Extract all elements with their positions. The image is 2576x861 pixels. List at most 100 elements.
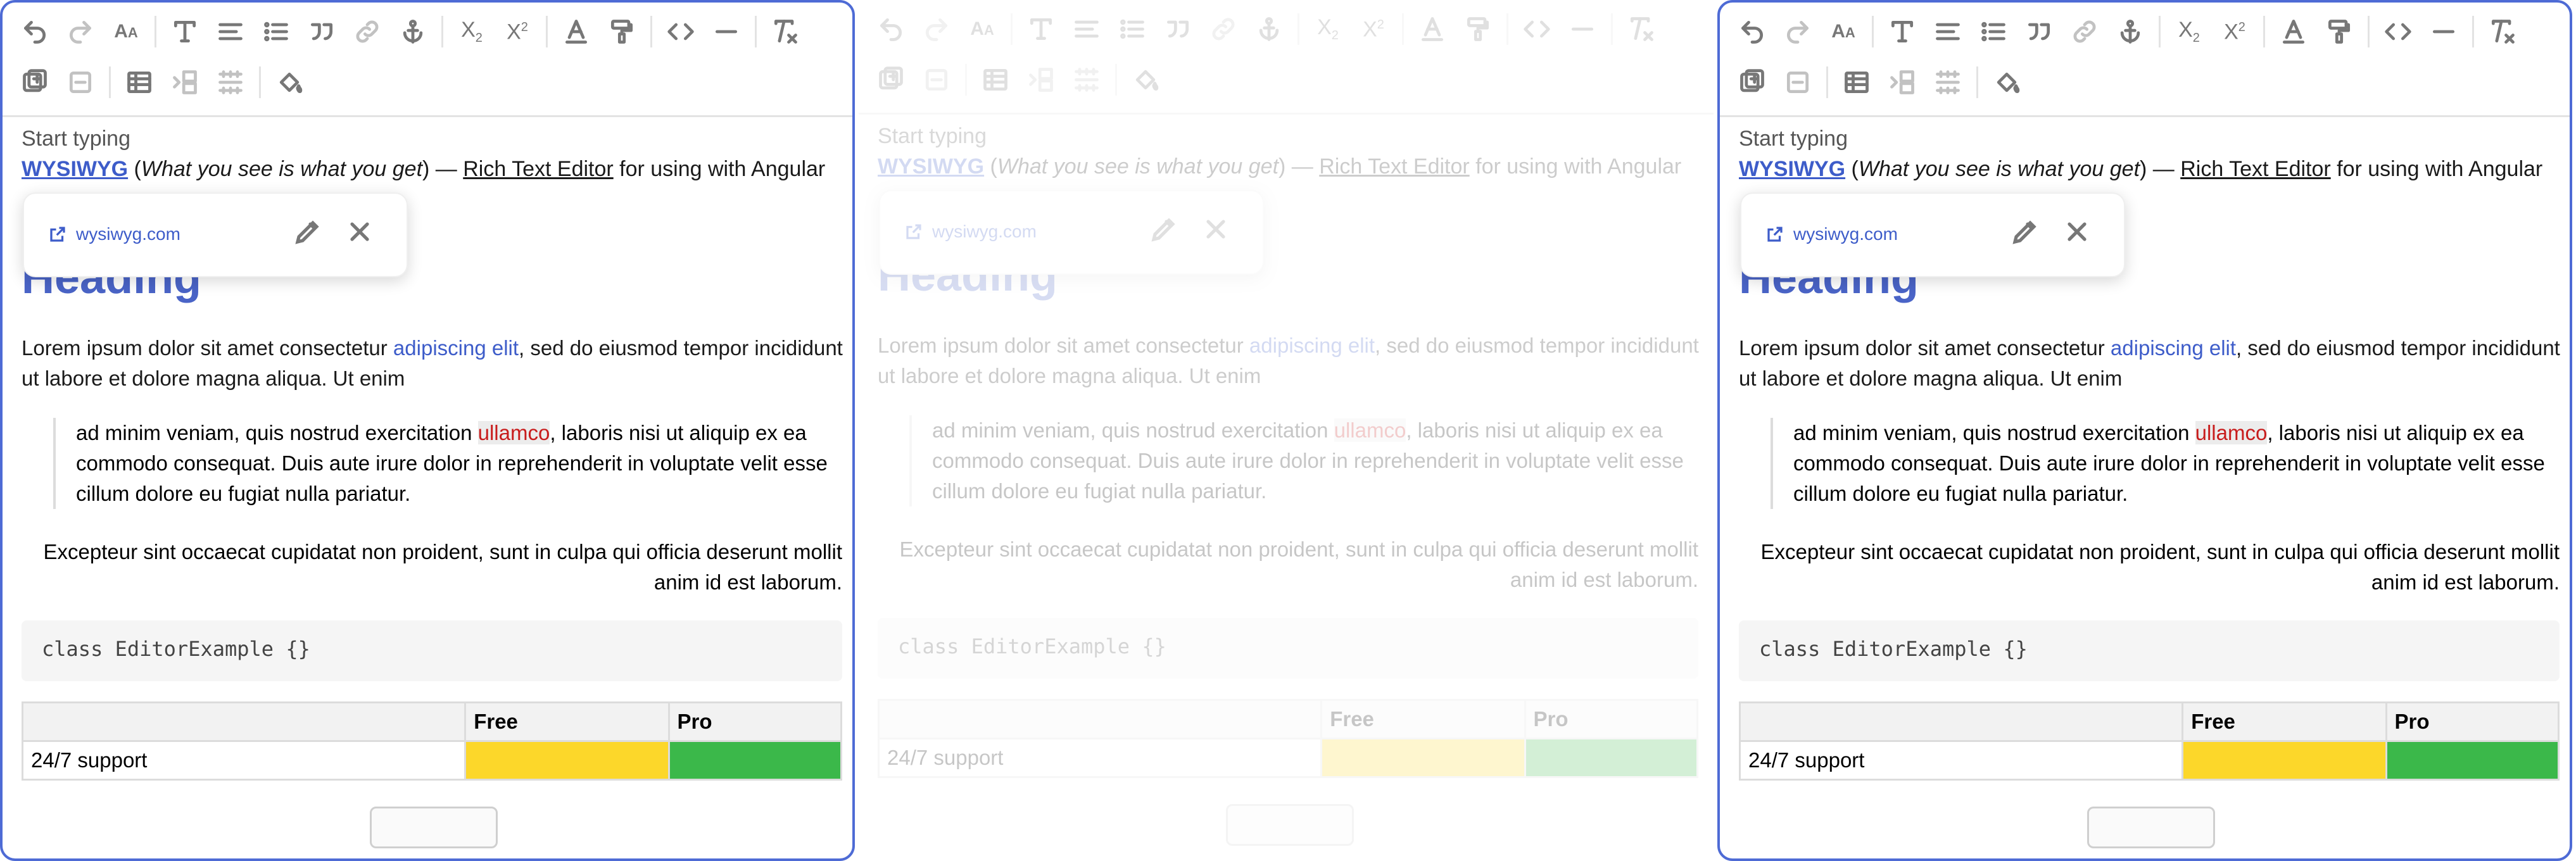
code-block[interactable]: class EditorExample {} [878, 618, 1698, 679]
table-header-cell[interactable]: Pro [667, 701, 843, 742]
intro-paragraph[interactable]: WYSIWYG (What you see is what you get) —… [22, 157, 845, 182]
horizontal-rule-icon[interactable] [1562, 8, 1603, 50]
table-header-cell[interactable]: Free [1320, 699, 1526, 739]
partial-button[interactable] [1226, 804, 1354, 846]
table-icon[interactable] [118, 61, 160, 103]
right-aligned-paragraph[interactable]: Excepteur sint occaecat cupidatat non pr… [1739, 537, 2560, 598]
wysiwyg-link[interactable]: WYSIWYG [22, 157, 128, 181]
anchor-icon[interactable] [1248, 8, 1290, 50]
text-style-icon[interactable] [1881, 11, 1923, 53]
insert-row-icon[interactable] [1731, 61, 1773, 103]
cell-color-icon[interactable] [1125, 59, 1166, 101]
code-block[interactable]: class EditorExample {} [1739, 620, 2560, 681]
edit-link-icon[interactable] [2010, 217, 2045, 252]
redo-icon[interactable] [916, 8, 957, 50]
rte-link[interactable]: Rich Text Editor [463, 157, 613, 181]
close-icon[interactable] [344, 217, 380, 252]
right-aligned-paragraph[interactable]: Excepteur sint occaecat cupidatat non pr… [22, 537, 842, 598]
font-size-icon[interactable]: AA [105, 11, 147, 53]
insert-column-icon[interactable] [1881, 61, 1923, 103]
anchor-icon[interactable] [392, 11, 434, 53]
subscript-icon[interactable]: X2 [451, 11, 493, 53]
table-cell[interactable]: 24/7 support [877, 738, 1323, 778]
font-size-icon[interactable]: AA [1822, 11, 1864, 53]
wysiwyg-link[interactable]: WYSIWYG [878, 154, 984, 179]
blockquote[interactable]: ad minim veniam, quis nostrud exercitati… [1771, 418, 2570, 509]
subscript-icon[interactable]: X2 [1307, 8, 1349, 50]
table-cell-yellow[interactable] [1320, 738, 1526, 778]
redo-icon[interactable] [60, 11, 101, 53]
insert-column-icon[interactable] [1020, 59, 1062, 101]
cell-color-icon[interactable] [1986, 61, 2028, 103]
link-url-text[interactable]: wysiwyg.com [932, 222, 1037, 242]
subscript-icon[interactable]: X2 [2168, 11, 2210, 53]
table-cell-yellow[interactable] [464, 740, 670, 781]
table-header-cell[interactable] [21, 701, 467, 742]
superscript-icon[interactable]: X2 [496, 11, 538, 53]
text-color-icon[interactable] [2273, 11, 2314, 53]
horizontal-rule-icon[interactable] [2423, 11, 2465, 53]
blockquote-icon[interactable] [2018, 11, 2060, 53]
table-cell[interactable]: 24/7 support [1738, 740, 2184, 781]
link-icon[interactable] [1203, 8, 1244, 50]
highlight-icon[interactable] [1457, 8, 1499, 50]
align-icon[interactable] [1927, 11, 1969, 53]
bullet-list-icon[interactable] [1111, 8, 1153, 50]
table-header-cell[interactable]: Free [2181, 701, 2387, 742]
edit-link-icon[interactable] [293, 217, 328, 252]
table-icon[interactable] [975, 59, 1016, 101]
text-color-icon[interactable] [1411, 8, 1453, 50]
close-icon[interactable] [2062, 217, 2097, 252]
link-icon[interactable] [346, 11, 388, 53]
lorem-paragraph[interactable]: Lorem ipsum dolor sit amet consectetur a… [878, 330, 1701, 391]
link-popup-url[interactable]: wysiwyg.com [1765, 224, 1898, 244]
table-cell-green[interactable] [2385, 740, 2560, 781]
superscript-icon[interactable]: X2 [2214, 11, 2256, 53]
horizontal-rule-icon[interactable] [705, 11, 747, 53]
clear-format-icon[interactable] [764, 11, 806, 53]
highlight-icon[interactable] [601, 11, 643, 53]
table-header-cell[interactable] [877, 699, 1323, 739]
blockquote[interactable]: ad minim veniam, quis nostrud exercitati… [909, 415, 1714, 506]
code-icon[interactable] [1516, 8, 1558, 50]
cell-color-icon[interactable] [268, 61, 310, 103]
clear-format-icon[interactable] [1620, 8, 1662, 50]
intro-paragraph[interactable]: WYSIWYG (What you see is what you get) —… [878, 154, 1701, 179]
font-size-icon[interactable]: AA [961, 8, 1003, 50]
redo-icon[interactable] [1777, 11, 1819, 53]
remove-row-icon[interactable] [916, 59, 957, 101]
insert-row-icon[interactable] [14, 61, 56, 103]
lorem-paragraph[interactable]: Lorem ipsum dolor sit amet consectetur a… [22, 333, 845, 394]
code-icon[interactable] [2377, 11, 2419, 53]
anchor-icon[interactable] [2109, 11, 2151, 53]
table-header-cell[interactable]: Pro [2385, 701, 2560, 742]
merge-cells-icon[interactable] [210, 61, 251, 103]
insert-column-icon[interactable] [164, 61, 206, 103]
table-cell-green[interactable] [667, 740, 843, 781]
bullet-list-icon[interactable] [1973, 11, 2014, 53]
table-header-cell[interactable]: Free [464, 701, 670, 742]
blockquote-icon[interactable] [301, 11, 343, 53]
lorem-paragraph[interactable]: Lorem ipsum dolor sit amet consectetur a… [1739, 333, 2562, 394]
merge-cells-icon[interactable] [1927, 61, 1969, 103]
text-style-icon[interactable] [1020, 8, 1062, 50]
wysiwyg-link[interactable]: WYSIWYG [1739, 157, 1845, 181]
merge-cells-icon[interactable] [1066, 59, 1108, 101]
code-block[interactable]: class EditorExample {} [22, 620, 842, 681]
edit-link-icon[interactable] [1149, 214, 1184, 249]
table-cell-yellow[interactable] [2181, 740, 2387, 781]
code-icon[interactable] [660, 11, 702, 53]
link-popup-url[interactable]: wysiwyg.com [904, 222, 1037, 242]
superscript-icon[interactable]: X2 [1353, 8, 1394, 50]
blockquote-icon[interactable] [1157, 8, 1199, 50]
rte-link[interactable]: Rich Text Editor [1319, 154, 1469, 179]
intro-paragraph[interactable]: WYSIWYG (What you see is what you get) —… [1739, 157, 2562, 182]
undo-icon[interactable] [870, 8, 912, 50]
clear-format-icon[interactable] [2482, 11, 2523, 53]
rte-link[interactable]: Rich Text Editor [2180, 157, 2330, 181]
partial-button[interactable] [2087, 807, 2215, 848]
bullet-list-icon[interactable] [255, 11, 297, 53]
close-icon[interactable] [1201, 214, 1236, 249]
text-color-icon[interactable] [555, 11, 597, 53]
insert-row-icon[interactable] [870, 59, 912, 101]
